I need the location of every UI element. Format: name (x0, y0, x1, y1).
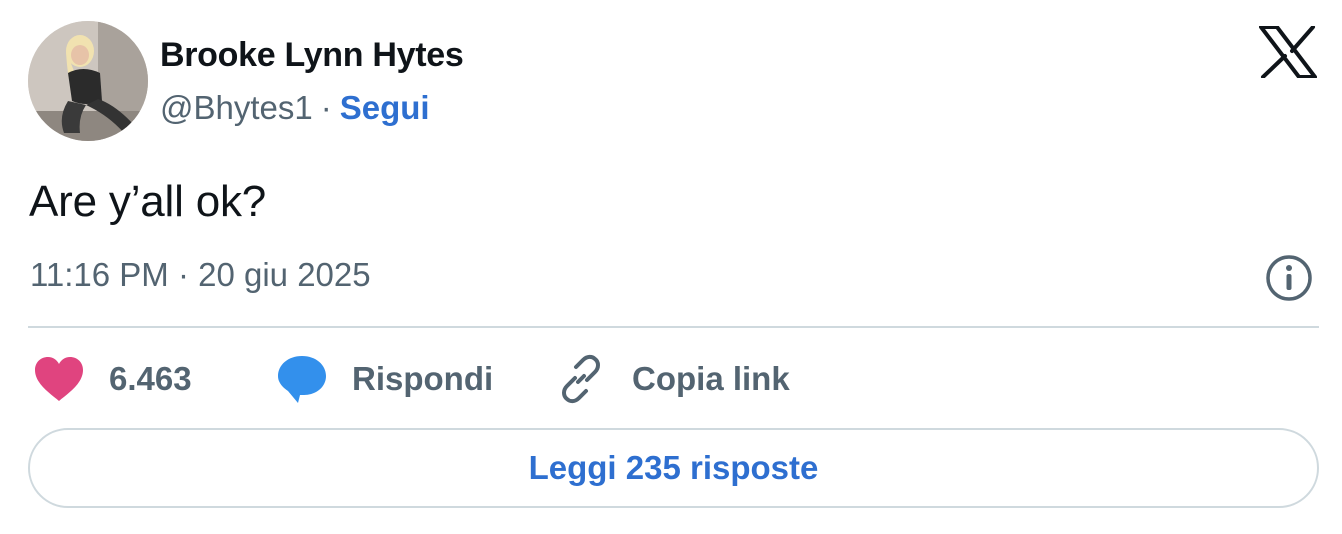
like-button[interactable]: 6.463 (33, 352, 192, 406)
author-meta: @Bhytes1 · Segui (160, 89, 430, 127)
info-icon[interactable] (1265, 254, 1313, 302)
reply-button[interactable]: Rispondi (276, 352, 493, 406)
avatar-image (28, 21, 148, 141)
tweet-timestamp[interactable]: 11:16 PM · 20 giu 2025 (30, 256, 371, 294)
meta-separator: · (320, 89, 332, 126)
heart-icon (35, 357, 83, 401)
avatar[interactable] (28, 21, 148, 141)
speech-bubble-icon (278, 356, 326, 403)
divider (28, 326, 1319, 328)
follow-button[interactable]: Segui (340, 89, 430, 126)
link-icon (562, 354, 600, 404)
tweet-card: Brooke Lynn Hytes @Bhytes1 · Segui Are y’a… (0, 0, 1342, 534)
read-replies-button[interactable]: Leggi 235 risposte (28, 428, 1319, 508)
read-replies-label: Leggi 235 risposte (528, 449, 819, 486)
likes-count: 6.463 (109, 360, 192, 397)
reply-label: Rispondi (352, 360, 494, 397)
x-logo-icon[interactable] (1259, 26, 1317, 78)
author-handle[interactable]: @Bhytes1 (160, 89, 313, 126)
author-name[interactable]: Brooke Lynn Hytes (160, 36, 464, 75)
copy-link-label: Copia link (632, 360, 790, 397)
tweet-text: Are y’all ok? (29, 177, 267, 226)
copy-link-button[interactable]: Copia link (556, 352, 790, 406)
